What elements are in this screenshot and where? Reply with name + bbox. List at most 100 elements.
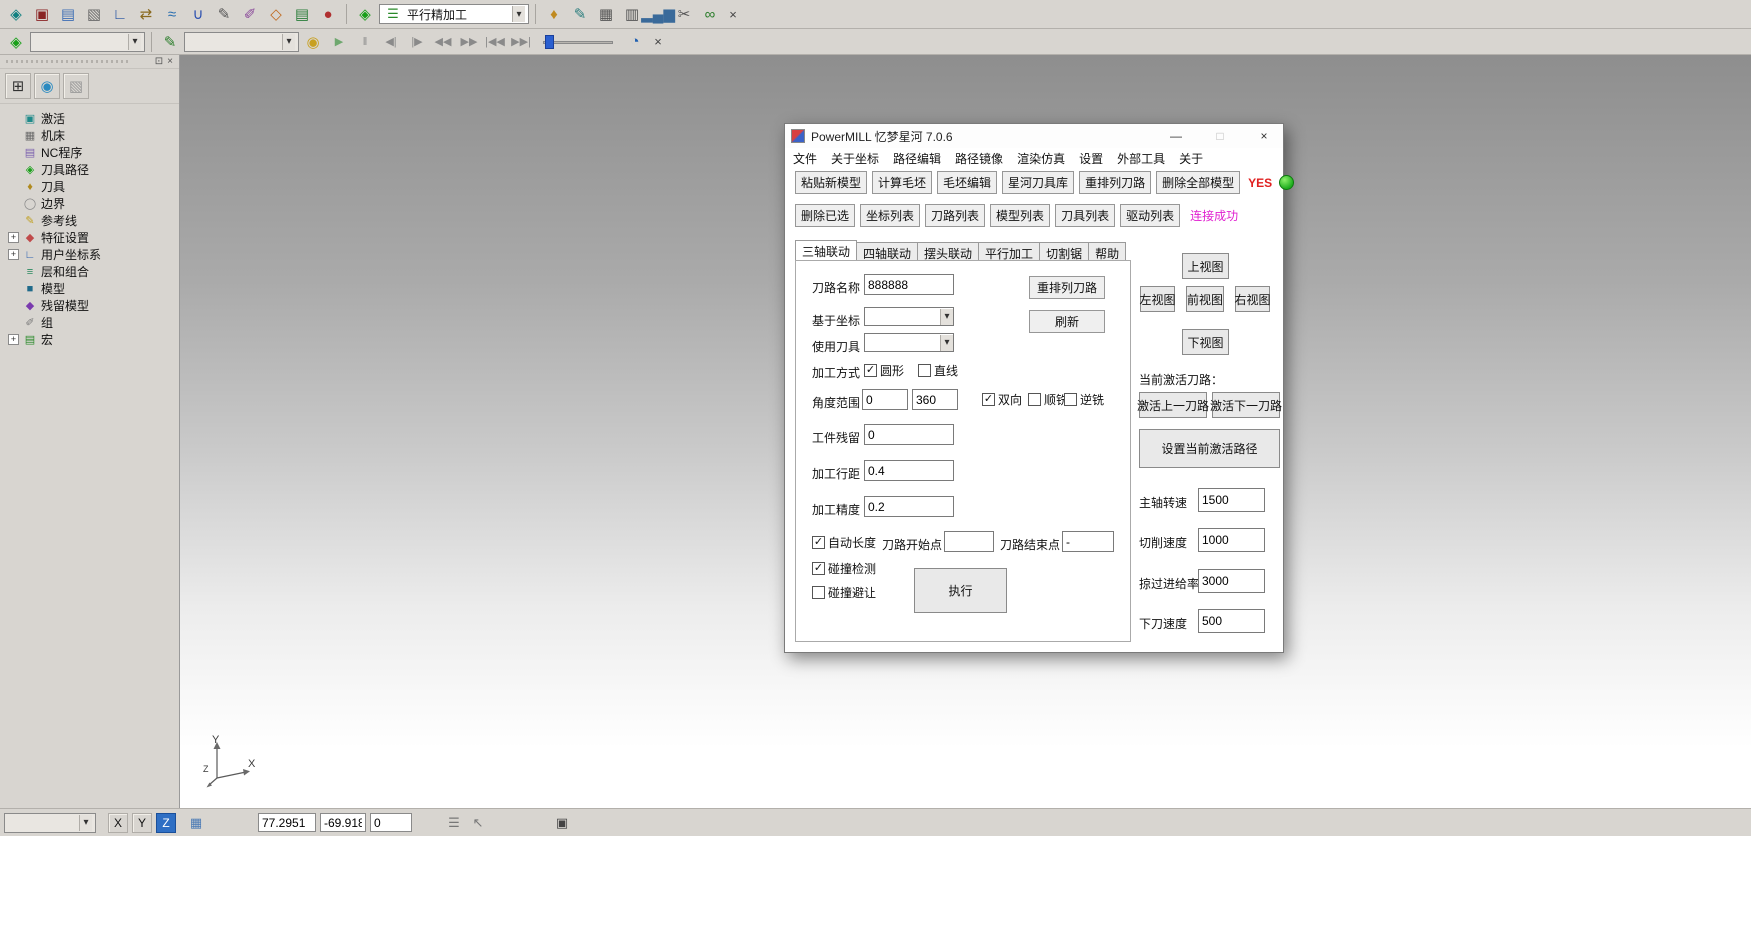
simulation-clock-icon[interactable]: ◔ — [623, 31, 647, 53]
maximize-button[interactable]: □ — [1201, 124, 1239, 148]
model-list-button[interactable]: 模型列表 — [990, 204, 1050, 227]
tree-item-boundaries[interactable]: ◯ 边界 — [6, 195, 179, 212]
execute-button[interactable]: 执行 — [914, 568, 1007, 613]
tab-swivel-head[interactable]: 摆头联动 — [917, 242, 979, 260]
brush-icon[interactable]: ✐ — [238, 3, 262, 25]
menu-external-tools[interactable]: 外部工具 — [1117, 150, 1165, 167]
slider-handle[interactable] — [545, 35, 554, 49]
tree-item-machine[interactable]: ▦ 机床 — [6, 127, 179, 144]
chevron-down-icon[interactable] — [79, 815, 92, 831]
tree-item-feature-sets[interactable]: ◆ 特征设置 — [6, 229, 179, 246]
chevron-down-icon[interactable] — [282, 34, 295, 50]
fast-forward-icon[interactable]: ▶▶ — [457, 31, 481, 53]
shading-icon[interactable]: ● — [316, 3, 340, 25]
view-bottom-button[interactable]: 下视图 — [1182, 329, 1229, 355]
strategy-icon[interactable]: ◈ — [353, 3, 377, 25]
tab-4axis[interactable]: 四轴联动 — [856, 242, 918, 260]
model-block-icon[interactable]: ▧ — [82, 3, 106, 25]
auto-length-checkbox[interactable]: 自动长度 — [812, 534, 876, 551]
levels-icon[interactable]: ▤ — [290, 3, 314, 25]
conventional-mill-checkbox[interactable]: 逆铣 — [1064, 391, 1104, 408]
workplane-icon[interactable]: ∟ — [108, 3, 132, 25]
axis-z-button[interactable]: Z — [156, 813, 176, 833]
save-icon[interactable]: ▣ — [30, 3, 54, 25]
panel-float-icon[interactable]: ⊡ — [155, 56, 163, 67]
pause-icon[interactable]: ‖ — [353, 31, 377, 53]
end-point-input[interactable] — [1062, 531, 1114, 552]
calc-block-button[interactable]: 计算毛坯 — [872, 171, 932, 194]
tree-item-levels[interactable]: ≡ 层和组合 — [6, 263, 179, 280]
tab-3axis[interactable]: 三轴联动 — [795, 240, 857, 260]
tolerance-input[interactable] — [864, 496, 954, 517]
close-button[interactable]: × — [1245, 124, 1283, 148]
statusbar-dropdown[interactable] — [4, 813, 96, 833]
tree-item-models[interactable]: ■ 模型 — [6, 280, 179, 297]
stepover-input[interactable] — [864, 460, 954, 481]
rewind-icon[interactable]: ◀◀ — [431, 31, 455, 53]
expand-icon[interactable] — [8, 334, 19, 345]
tab-parallel[interactable]: 平行加工 — [978, 242, 1040, 260]
menu-coordinates[interactable]: 关于坐标 — [831, 150, 879, 167]
play-icon[interactable]: ▶ — [327, 31, 351, 53]
chevron-down-icon[interactable] — [512, 6, 525, 22]
step-back-icon[interactable]: ◀| — [379, 31, 403, 53]
toolpath-wave-icon[interactable]: ≈ — [160, 3, 184, 25]
go-start-icon[interactable]: |◀◀ — [483, 31, 507, 53]
powermill-logo-icon[interactable]: ◈ — [4, 3, 28, 25]
angle-start-input[interactable] — [862, 389, 908, 410]
tool-library-button[interactable]: 星河刀具库 — [1002, 171, 1074, 194]
list-icon[interactable]: ☰ — [444, 813, 464, 833]
chevron-down-icon[interactable] — [940, 309, 953, 325]
activate-next-toolpath-button[interactable]: 激活下一刀路 — [1212, 392, 1280, 418]
grid-icon[interactable]: ▦ — [186, 813, 206, 833]
minimize-button[interactable]: — — [1157, 124, 1195, 148]
delete-all-models-button[interactable]: 删除全部模型 — [1156, 171, 1240, 194]
coordinate-list-button[interactable]: 坐标列表 — [860, 204, 920, 227]
toolbar-close-icon[interactable]: × — [649, 31, 667, 53]
view-front-button[interactable]: 前视图 — [1186, 286, 1224, 312]
transform-icon[interactable]: ⇄ — [134, 3, 158, 25]
tree-item-patterns[interactable]: ✎ 参考线 — [6, 212, 179, 229]
calculator-icon[interactable]: ▦ — [594, 3, 618, 25]
climb-mill-checkbox[interactable]: 顺铣 — [1028, 391, 1068, 408]
display-icon[interactable]: ▣ — [552, 813, 572, 833]
dialog-titlebar[interactable]: PowerMILL 忆梦星河 7.0.6 — □ × — [785, 124, 1283, 148]
drive-list-button[interactable]: 驱动列表 — [1120, 204, 1180, 227]
lightbulb-icon[interactable]: ◉ — [301, 31, 325, 53]
tool-edit-icon[interactable]: ✎ — [568, 3, 592, 25]
tab-cutting-saw[interactable]: 切割锯 — [1039, 242, 1089, 260]
angle-end-input[interactable] — [912, 389, 958, 410]
panel-gripper[interactable]: ⊡ × — [0, 55, 179, 69]
simulation-speed-slider[interactable] — [543, 34, 613, 50]
tree-item-macros[interactable]: ▤ 宏 — [6, 331, 179, 348]
tree-item-toolpaths[interactable]: ◈ 刀具路径 — [6, 161, 179, 178]
menu-path-edit[interactable]: 路径编辑 — [893, 150, 941, 167]
simulation-tool-dropdown[interactable] — [184, 32, 299, 52]
collision-avoid-checkbox[interactable]: 碰撞避让 — [812, 584, 876, 601]
view-top-button[interactable]: 上视图 — [1182, 253, 1229, 279]
tab-help[interactable]: 帮助 — [1088, 242, 1126, 260]
activate-prev-toolpath-button[interactable]: 激活上一刀路 — [1139, 392, 1207, 418]
expand-icon[interactable] — [8, 249, 19, 260]
menu-settings[interactable]: 设置 — [1079, 150, 1103, 167]
use-tool-combo[interactable] — [864, 333, 954, 352]
rearrange-toolpaths-button-2[interactable]: 重排列刀路 — [1029, 276, 1105, 299]
collision-icon[interactable]: ✂ — [672, 3, 696, 25]
shaded-model-icon[interactable]: ▧ — [63, 73, 89, 99]
plunge-speed-input[interactable] — [1198, 609, 1265, 633]
rearrange-toolpaths-button[interactable]: 重排列刀路 — [1079, 171, 1151, 194]
menu-path-mirror[interactable]: 路径镜像 — [955, 150, 1003, 167]
delete-selected-button[interactable]: 删除已选 — [795, 204, 855, 227]
pencil-icon[interactable]: ✎ — [212, 3, 236, 25]
spindle-speed-input[interactable] — [1198, 488, 1265, 512]
toolbar-close-icon[interactable]: × — [724, 3, 742, 25]
block-edit-button[interactable]: 毛坯编辑 — [937, 171, 997, 194]
refresh-button[interactable]: 刷新 — [1029, 310, 1105, 333]
menu-render-sim[interactable]: 渲染仿真 — [1017, 150, 1065, 167]
statistics-icon[interactable]: ▂▄▆ — [646, 3, 670, 25]
measure-icon[interactable]: ◇ — [264, 3, 288, 25]
paste-new-model-button[interactable]: 粘贴新模型 — [795, 171, 867, 194]
cutting-speed-input[interactable] — [1198, 528, 1265, 552]
tree-item-stock-models[interactable]: ◆ 残留模型 — [6, 297, 179, 314]
tree-item-workplanes[interactable]: ∟ 用户坐标系 — [6, 246, 179, 263]
